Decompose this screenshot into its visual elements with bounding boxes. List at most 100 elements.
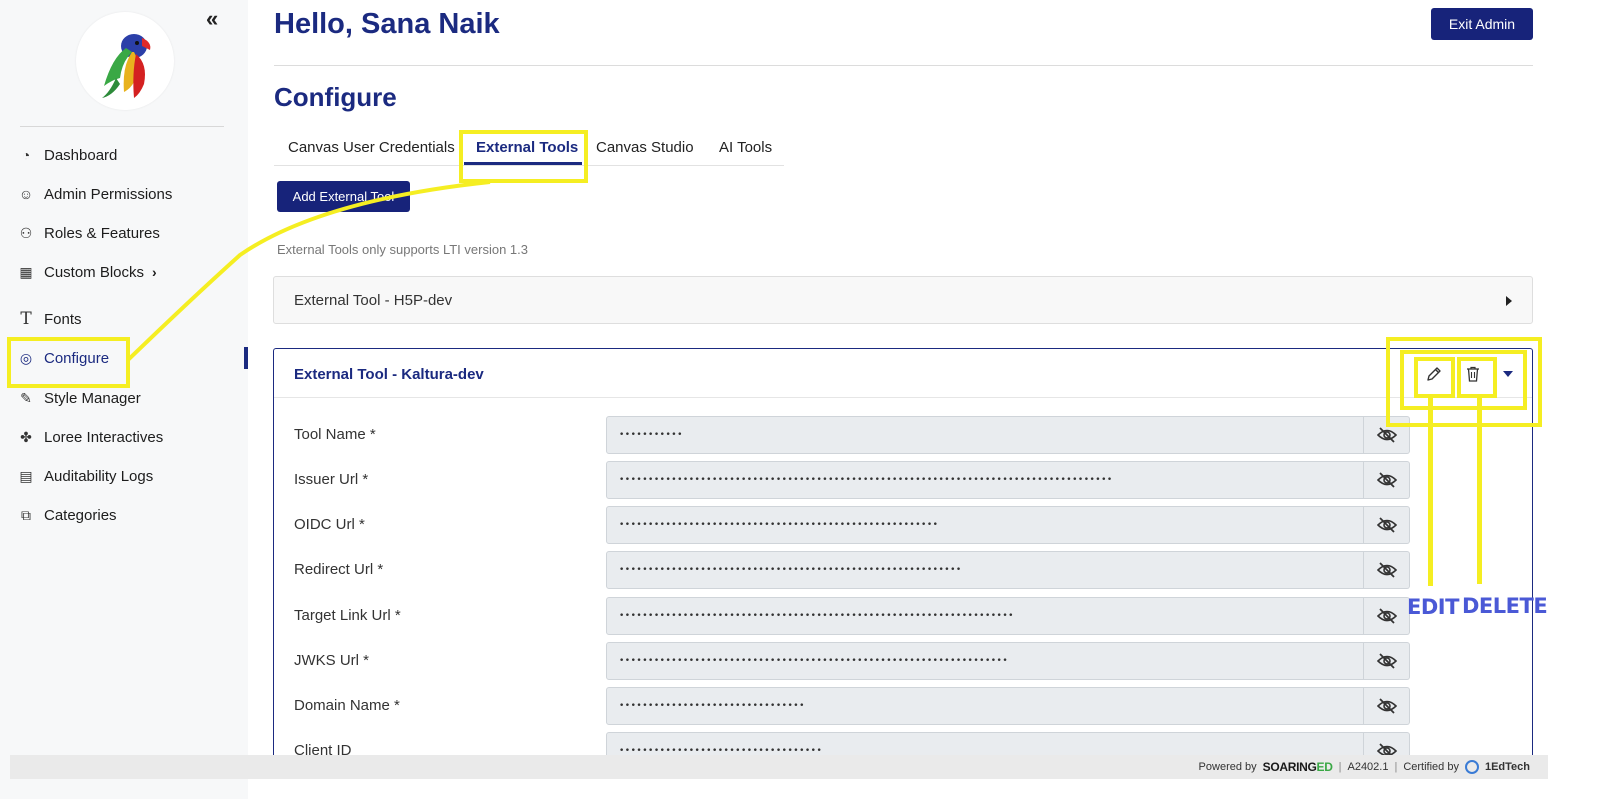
active-tab-underline bbox=[464, 162, 582, 165]
external-tool-panel-h5p[interactable]: External Tool - H5P-dev bbox=[273, 276, 1533, 324]
sidebar-item-label: Loree Interactives bbox=[44, 428, 164, 446]
eye-slash-icon[interactable] bbox=[1364, 687, 1410, 725]
sidebar-item-categories[interactable]: ⧉ Categories bbox=[17, 503, 117, 527]
sidebar: « ◔ Dashboard ☺ Admin Permissions ⚇ Role… bbox=[0, 0, 248, 799]
eye-slash-icon[interactable] bbox=[1364, 461, 1410, 499]
annotation-label-delete: DELETE bbox=[1462, 594, 1548, 618]
field-label: Issuer Url * bbox=[294, 471, 369, 488]
tab-external-tools[interactable]: External Tools bbox=[476, 139, 578, 156]
tab-canvas-studio[interactable]: Canvas Studio bbox=[596, 139, 694, 156]
powered-by-label: Powered by bbox=[1198, 761, 1257, 773]
edit-square-icon: ✎ bbox=[20, 389, 32, 406]
field-target-link-url: Target Link Url * bbox=[274, 597, 1532, 635]
caret-right-icon[interactable] bbox=[1506, 296, 1512, 306]
eye-slash-icon[interactable] bbox=[1364, 416, 1410, 454]
add-external-tool-button[interactable]: Add External Tool bbox=[277, 181, 410, 212]
field-label: Redirect Url * bbox=[294, 561, 384, 578]
log-icon: ▤ bbox=[19, 467, 33, 484]
version-label: A2402.1 bbox=[1347, 761, 1389, 773]
interactives-icon: ✤ bbox=[20, 428, 32, 445]
sidebar-item-label: Custom Blocks bbox=[44, 263, 145, 281]
caret-down-icon[interactable] bbox=[1503, 371, 1513, 377]
field-domain-name: Domain Name * bbox=[274, 687, 1532, 725]
field-label: Target Link Url * bbox=[294, 607, 401, 624]
eye-slash-icon[interactable] bbox=[1364, 642, 1410, 680]
domain-name-input[interactable] bbox=[606, 687, 1364, 725]
tab-canvas-user-credentials[interactable]: Canvas User Credentials bbox=[288, 139, 455, 156]
target-link-url-input[interactable] bbox=[606, 597, 1364, 635]
pencil-icon bbox=[1427, 367, 1441, 381]
sidebar-item-admin-permissions[interactable]: ☺ Admin Permissions bbox=[17, 182, 173, 206]
sidebar-item-label: Roles & Features bbox=[44, 224, 160, 242]
sidebar-item-style-manager[interactable]: ✎ Style Manager bbox=[17, 386, 141, 410]
exit-admin-button[interactable]: Exit Admin bbox=[1431, 8, 1533, 40]
header-divider bbox=[274, 65, 1533, 66]
sidebar-item-auditability-logs[interactable]: ▤ Auditability Logs bbox=[17, 464, 153, 488]
eye-slash-icon[interactable] bbox=[1364, 597, 1410, 635]
sidebar-divider bbox=[20, 126, 224, 127]
greeting-title: Hello, Sana Naik bbox=[274, 8, 500, 40]
field-jwks-url: JWKS Url * bbox=[274, 642, 1532, 680]
chevron-right-icon[interactable]: › bbox=[152, 264, 157, 280]
app-window: « ◔ Dashboard ☺ Admin Permissions ⚇ Role… bbox=[0, 0, 1597, 799]
eye-slash-icon[interactable] bbox=[1364, 551, 1410, 589]
field-issuer-url: Issuer Url * bbox=[274, 461, 1532, 499]
oidc-url-input[interactable] bbox=[606, 506, 1364, 544]
sidebar-item-label: Auditability Logs bbox=[44, 467, 154, 485]
annotation-label-edit: EDIT bbox=[1407, 595, 1459, 619]
redirect-url-input[interactable] bbox=[606, 551, 1364, 589]
external-tool-panel-kaltura: External Tool - Kaltura-dev Tool Name * bbox=[273, 348, 1533, 778]
sidebar-item-fonts[interactable]: T Fonts bbox=[17, 307, 82, 331]
sidebar-item-loree-interactives[interactable]: ✤ Loree Interactives bbox=[17, 425, 163, 449]
panel-title: External Tool - H5P-dev bbox=[294, 292, 453, 309]
field-label: JWKS Url * bbox=[294, 652, 369, 669]
jwks-url-input[interactable] bbox=[606, 642, 1364, 680]
field-label: OIDC Url * bbox=[294, 516, 365, 533]
tool-name-input[interactable] bbox=[606, 416, 1364, 454]
field-redirect-url: Redirect Url * bbox=[274, 551, 1532, 589]
panel-title: External Tool - Kaltura-dev bbox=[294, 366, 484, 383]
footer: Powered by SOARINGED | A2402.1 | Certifi… bbox=[10, 755, 1548, 779]
issuer-url-input[interactable] bbox=[606, 461, 1364, 499]
cert-org-label: 1EdTech bbox=[1484, 761, 1530, 773]
panel-header[interactable]: External Tool - Kaltura-dev bbox=[274, 349, 1532, 398]
brand-part-b: ED bbox=[1316, 760, 1333, 774]
configure-tabs: Canvas User Credentials External Tools C… bbox=[274, 131, 784, 166]
field-oidc-url: OIDC Url * bbox=[274, 506, 1532, 544]
soaringed-logo: SOARINGED bbox=[1263, 760, 1333, 774]
tab-ai-tools[interactable]: AI Tools bbox=[719, 139, 772, 156]
user-key-icon: ☺ bbox=[18, 186, 34, 202]
sidebar-item-label: Fonts bbox=[44, 310, 82, 328]
sidebar-item-label: Configure bbox=[44, 349, 110, 367]
blocks-icon: ▦ bbox=[19, 263, 33, 280]
footer-separator: | bbox=[1338, 761, 1342, 773]
delete-trash-icon[interactable] bbox=[1460, 361, 1486, 387]
brand-part-a: SOARING bbox=[1262, 760, 1317, 774]
eye-slash-icon[interactable] bbox=[1364, 506, 1410, 544]
roles-icon: ⚇ bbox=[19, 224, 33, 241]
gauge-icon: ◔ bbox=[21, 147, 31, 163]
parrot-logo-image bbox=[102, 34, 151, 98]
footer-separator: | bbox=[1394, 761, 1398, 773]
edit-pencil-icon[interactable] bbox=[1421, 361, 1447, 387]
font-icon: T bbox=[20, 309, 32, 329]
sidebar-item-label: Categories bbox=[44, 506, 117, 524]
sidebar-item-label: Style Manager bbox=[44, 389, 141, 407]
field-tool-name: Tool Name * bbox=[274, 416, 1532, 454]
sidebar-item-roles-features[interactable]: ⚇ Roles & Features bbox=[17, 221, 160, 245]
sidebar-item-label: Admin Permissions bbox=[44, 185, 173, 203]
lti-version-note: External Tools only supports LTI version… bbox=[277, 242, 528, 257]
categories-icon: ⧉ bbox=[21, 506, 31, 523]
certification-badge-icon bbox=[1464, 760, 1479, 774]
fingerprint-icon: ◎ bbox=[19, 349, 33, 366]
active-indicator bbox=[244, 347, 248, 369]
sidebar-item-label: Dashboard bbox=[44, 146, 118, 164]
sidebar-item-dashboard[interactable]: ◔ Dashboard bbox=[17, 143, 118, 167]
sidebar-item-configure[interactable]: ◎ Configure bbox=[17, 346, 109, 370]
certified-by-label: Certified by bbox=[1403, 761, 1459, 773]
trash-icon bbox=[1467, 366, 1479, 382]
field-label: Domain Name * bbox=[294, 697, 400, 714]
collapse-sidebar-icon[interactable]: « bbox=[206, 8, 218, 30]
field-label: Tool Name * bbox=[294, 426, 376, 443]
sidebar-item-custom-blocks[interactable]: ▦ Custom Blocks › bbox=[17, 260, 157, 284]
